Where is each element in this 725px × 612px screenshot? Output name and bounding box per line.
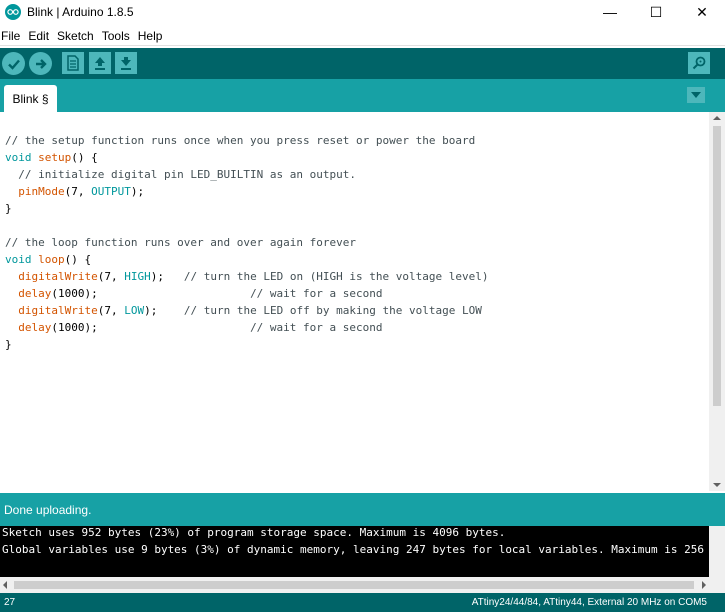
console-horizontal-scrollbar[interactable]: [0, 577, 709, 593]
tab-menu-button[interactable]: [687, 87, 705, 103]
board-info: ATtiny24/44/84, ATtiny44, External 20 MH…: [471, 597, 707, 608]
scrollbar-thumb[interactable]: [713, 126, 721, 406]
arduino-logo-icon: [5, 4, 21, 20]
menu-edit[interactable]: Edit: [26, 29, 55, 43]
new-button[interactable]: [62, 52, 84, 74]
code-line: delay(1000); // wait for a second: [18, 287, 383, 300]
tab-strip: Blink §: [0, 79, 725, 112]
title-bar: Blink | Arduino 1.8.5 — ☐ ✕: [0, 0, 725, 24]
minimize-button[interactable]: —: [587, 0, 633, 24]
code-line: }: [5, 338, 12, 351]
status-bar: Done uploading.: [0, 493, 725, 526]
maximize-button[interactable]: ☐: [633, 0, 679, 24]
code-line: }: [5, 202, 12, 215]
new-file-icon: [67, 55, 79, 71]
scroll-right-icon[interactable]: [702, 581, 706, 589]
menu-help[interactable]: Help: [136, 29, 169, 43]
scroll-down-icon[interactable]: [713, 483, 721, 487]
upload-arrow-icon: [35, 58, 47, 69]
serial-monitor-button[interactable]: [688, 52, 710, 74]
editor-vertical-scrollbar[interactable]: [709, 112, 725, 491]
toolbar: [0, 48, 725, 79]
verify-icon: [7, 59, 20, 70]
scroll-up-icon[interactable]: [713, 116, 721, 120]
save-button[interactable]: [115, 52, 137, 74]
menu-bar: File Edit Sketch Tools Help: [0, 26, 725, 46]
chevron-down-icon: [691, 92, 701, 98]
open-up-arrow-icon: [95, 57, 105, 70]
verify-button[interactable]: [2, 52, 25, 75]
code-line: pinMode(7, OUTPUT);: [18, 185, 145, 198]
window-title: Blink | Arduino 1.8.5: [27, 5, 134, 19]
console-line: Global variables use 9 bytes (3%) of dyn…: [2, 543, 725, 556]
footer-bar: 27 ATtiny24/44/84, ATtiny44, External 20…: [0, 593, 725, 612]
status-message: Done uploading.: [4, 502, 92, 517]
code-line: // the loop function runs over and over …: [5, 236, 356, 249]
console-vertical-scrollbar[interactable]: [709, 526, 725, 577]
code-line: digitalWrite(7, HIGH); // turn the LED o…: [18, 270, 489, 283]
code-line: // initialize digital pin LED_BUILTIN as…: [5, 168, 356, 181]
close-button[interactable]: ✕: [679, 0, 725, 24]
scrollbar-thumb[interactable]: [14, 581, 694, 589]
code-line: void setup() {: [5, 151, 98, 164]
code-line: delay(1000); // wait for a second: [18, 321, 383, 334]
code-line: digitalWrite(7, LOW); // turn the LED of…: [18, 304, 482, 317]
console-output[interactable]: Sketch uses 952 bytes (23%) of program s…: [0, 526, 725, 577]
menu-sketch[interactable]: Sketch: [55, 29, 100, 43]
magnifier-icon: [692, 56, 706, 70]
code-line: void loop() {: [5, 253, 92, 266]
code-content[interactable]: // the setup function runs once when you…: [5, 132, 489, 353]
tab-blink[interactable]: Blink §: [4, 85, 57, 112]
window-controls: — ☐ ✕: [587, 0, 725, 24]
console-line: Sketch uses 952 bytes (23%) of program s…: [2, 526, 506, 539]
scroll-left-icon[interactable]: [3, 581, 7, 589]
code-line: // the setup function runs once when you…: [5, 134, 476, 147]
menu-file[interactable]: File: [0, 29, 26, 43]
scrollbar-corner: [709, 577, 725, 593]
line-number: 27: [4, 597, 16, 608]
upload-button[interactable]: [29, 52, 52, 75]
code-editor[interactable]: // the setup function runs once when you…: [0, 112, 709, 491]
menu-tools[interactable]: Tools: [100, 29, 136, 43]
save-down-arrow-icon: [121, 57, 131, 70]
open-button[interactable]: [89, 52, 111, 74]
